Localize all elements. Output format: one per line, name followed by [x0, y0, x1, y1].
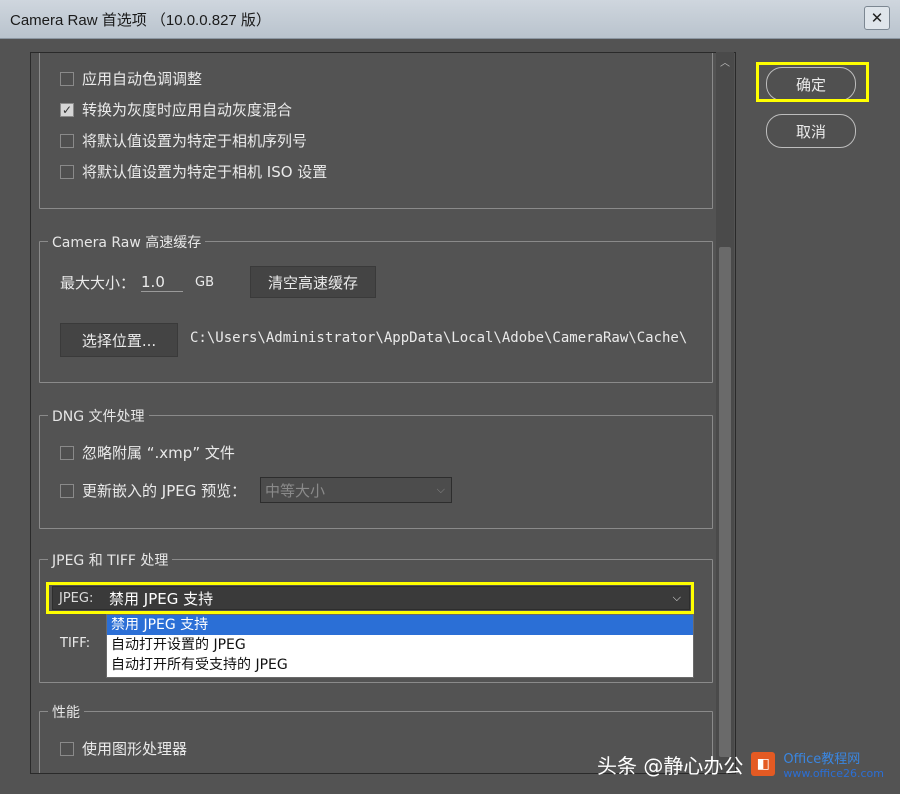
close-button[interactable]: ✕	[864, 6, 890, 30]
cache-group: Camera Raw 高速缓存 最大大小： 1.0 GB 清空高速缓存 选择位置…	[39, 232, 713, 383]
ignore-xmp-label: 忽略附属 “.xmp” 文件	[82, 444, 235, 462]
office-logo-icon: ◧	[751, 752, 776, 776]
auto-tone-label: 应用自动色调调整	[82, 70, 203, 88]
use-gpu-checkbox[interactable]	[60, 741, 74, 756]
ok-highlight-box	[756, 62, 869, 102]
preview-size-value: 中等大小	[265, 481, 326, 500]
cancel-button[interactable]: 取消	[766, 114, 856, 148]
checkmark-icon: ✓	[61, 102, 73, 117]
update-preview-row[interactable]: 更新嵌入的 JPEG 预览：	[60, 480, 246, 501]
watermark-text: 头条 @静心办公	[596, 753, 744, 778]
scrollbar-thumb[interactable]	[719, 247, 731, 757]
auto-tone-checkbox[interactable]	[60, 71, 74, 86]
iso-default-checkbox[interactable]	[60, 164, 74, 179]
jpeg-option[interactable]: 禁用 JPEG 支持	[107, 615, 693, 635]
purge-cache-button[interactable]: 清空高速缓存	[250, 266, 376, 298]
size-unit: GB	[195, 275, 215, 290]
auto-grayscale-checkbox[interactable]: ✓	[60, 102, 74, 117]
preview-size-select[interactable]: 中等大小 ⌵	[260, 477, 452, 503]
dng-group-title: DNG 文件处理	[48, 406, 149, 426]
ignore-xmp-checkbox[interactable]	[60, 445, 74, 460]
auto-grayscale-label: 转换为灰度时应用自动灰度混合	[82, 101, 293, 119]
defaults-group: 应用自动色调调整 ✓ 转换为灰度时应用自动灰度混合 将默认值设置为特定于相机序列…	[39, 53, 713, 209]
jpeg-tiff-group-title: JPEG 和 TIFF 处理	[48, 550, 173, 570]
auto-tone-row[interactable]: 应用自动色调调整	[60, 68, 202, 89]
close-icon: ✕	[870, 9, 884, 27]
jpeg-highlight-box	[46, 582, 694, 614]
serial-default-row[interactable]: 将默认值设置为特定于相机序列号	[60, 130, 307, 151]
serial-default-label: 将默认值设置为特定于相机序列号	[82, 132, 308, 150]
serial-default-checkbox[interactable]	[60, 133, 74, 148]
scroll-up-icon[interactable]: ︿	[716, 54, 734, 69]
title-bar: Camera Raw 首选项 （10.0.0.827 版） ✕	[0, 0, 900, 39]
cache-size-row: 最大大小： 1.0 GB	[60, 272, 214, 293]
cache-group-title: Camera Raw 高速缓存	[48, 232, 206, 252]
update-preview-checkbox[interactable]	[60, 483, 74, 498]
tiff-label: TIFF:	[60, 636, 91, 651]
watermark: 头条 @静心办公 ◧ Office教程网 www.office26.com	[597, 748, 884, 780]
use-gpu-label: 使用图形处理器	[82, 740, 188, 758]
iso-default-row[interactable]: 将默认值设置为特定于相机 ISO 设置	[60, 161, 327, 182]
max-size-label: 最大大小：	[60, 274, 136, 292]
ignore-xmp-row[interactable]: 忽略附属 “.xmp” 文件	[60, 442, 235, 463]
jpeg-option[interactable]: 自动打开所有受支持的 JPEG	[107, 655, 693, 675]
jpeg-option[interactable]: 自动打开设置的 JPEG	[107, 635, 693, 655]
auto-grayscale-row[interactable]: ✓ 转换为灰度时应用自动灰度混合	[60, 99, 292, 120]
vertical-scrollbar[interactable]: ︿	[716, 52, 734, 772]
update-preview-label: 更新嵌入的 JPEG 预览：	[82, 482, 247, 500]
performance-group-title: 性能	[48, 702, 84, 722]
watermark-logo-text: Office教程网 www.office26.com	[783, 748, 884, 780]
max-size-input[interactable]: 1.0	[141, 273, 184, 292]
jpeg-options-list[interactable]: 禁用 JPEG 支持 自动打开设置的 JPEG 自动打开所有受支持的 JPEG	[106, 614, 694, 678]
watermark-url: www.office26.com	[783, 767, 884, 780]
watermark-logo-title: Office教程网	[783, 752, 861, 767]
use-gpu-row[interactable]: 使用图形处理器	[60, 738, 187, 759]
iso-default-label: 将默认值设置为特定于相机 ISO 设置	[82, 163, 328, 181]
preferences-dialog: Camera Raw 首选项 （10.0.0.827 版） ✕ 应用自动色调调整…	[0, 0, 900, 794]
dng-group: DNG 文件处理 忽略附属 “.xmp” 文件 更新嵌入的 JPEG 预览： 中…	[39, 406, 713, 529]
select-location-button[interactable]: 选择位置...	[60, 323, 178, 357]
window-title: Camera Raw 首选项 （10.0.0.827 版）	[10, 12, 271, 29]
chevron-down-icon: ⌵	[436, 483, 445, 496]
cache-path: C:\Users\Administrator\AppData\Local\Ado…	[190, 330, 688, 346]
